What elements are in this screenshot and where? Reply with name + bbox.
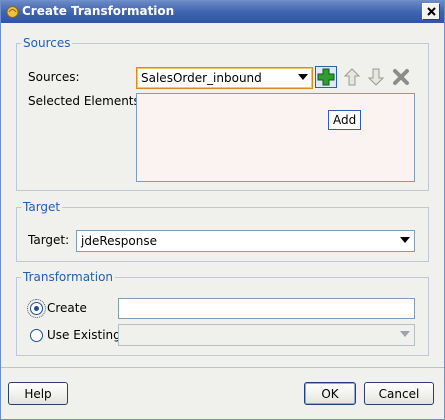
selected-elements-label: Selected Elements:: [28, 94, 144, 108]
sources-dropdown[interactable]: SalesOrder_inbound: [136, 67, 313, 89]
ok-button-label: OK: [321, 386, 339, 401]
create-radio[interactable]: Create: [27, 298, 87, 318]
help-button[interactable]: Help: [8, 382, 68, 405]
arrow-down-icon: [368, 68, 384, 86]
target-label: Target:: [28, 233, 70, 247]
use-existing-radio-circle[interactable]: [30, 328, 43, 342]
create-radio-circle[interactable]: [27, 298, 46, 318]
delete-icon: [393, 69, 409, 85]
chevron-down-icon: [400, 237, 410, 243]
add-tooltip: Add: [328, 110, 362, 130]
sources-label: Sources:: [28, 70, 80, 84]
use-existing-dropdown: [118, 324, 415, 346]
add-source-button[interactable]: [315, 66, 337, 88]
remove-button[interactable]: [390, 66, 412, 88]
footer-separator: [1, 367, 444, 368]
chevron-down-icon: [400, 331, 410, 337]
cancel-button-label: Cancel: [378, 386, 420, 401]
arrow-up-icon: [344, 68, 360, 86]
app-icon: [6, 6, 19, 18]
create-radio-label: Create: [47, 301, 87, 315]
close-icon: [426, 7, 436, 16]
title-bar: Create Transformation: [1, 1, 444, 23]
add-tooltip-text: Add: [333, 113, 357, 127]
target-dropdown-value: jdeResponse: [81, 234, 157, 248]
selected-elements-list[interactable]: [136, 93, 415, 182]
sources-group-label: Sources: [21, 36, 73, 50]
create-transformation-dialog: Create Transformation Sources Sources: S…: [0, 0, 445, 420]
ok-button[interactable]: OK: [304, 382, 356, 405]
plus-icon: [317, 68, 335, 86]
chevron-down-icon: [298, 74, 308, 80]
sources-dropdown-value: SalesOrder_inbound: [141, 71, 262, 85]
target-group-label: Target: [21, 200, 63, 214]
target-dropdown[interactable]: jdeResponse: [76, 230, 415, 252]
cancel-button[interactable]: Cancel: [364, 382, 434, 405]
move-up-button[interactable]: [341, 66, 363, 88]
transformation-group-label: Transformation: [21, 270, 116, 284]
create-name-field[interactable]: [118, 298, 415, 319]
use-existing-radio-label: Use Existing: [47, 328, 121, 342]
window-title: Create Transformation: [22, 4, 175, 18]
close-button[interactable]: [422, 3, 440, 20]
move-down-button[interactable]: [365, 66, 387, 88]
use-existing-radio[interactable]: Use Existing: [30, 328, 121, 342]
help-button-label: Help: [24, 386, 52, 401]
